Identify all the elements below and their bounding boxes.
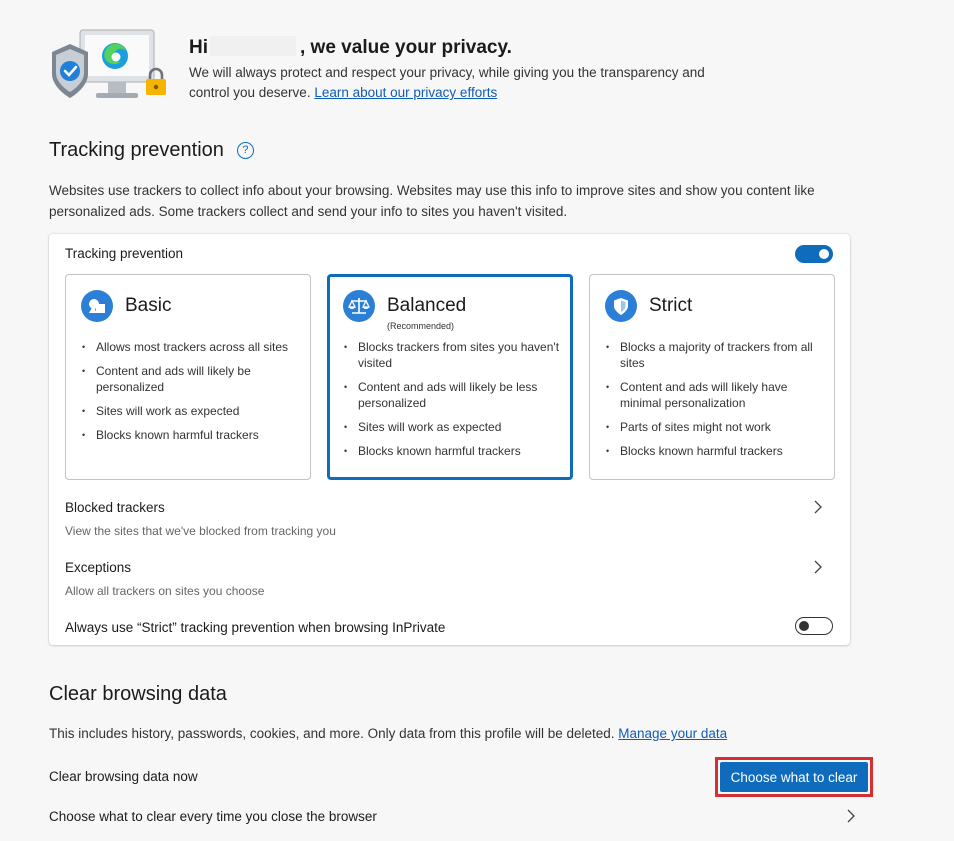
- inprivate-strict-toggle[interactable]: [795, 617, 833, 635]
- option-balanced[interactable]: Balanced (Recommended) Blocks trackers f…: [327, 274, 573, 480]
- option-strict[interactable]: Strict Blocks a majority of trackers fro…: [589, 274, 835, 480]
- blocked-trackers-row[interactable]: Blocked trackers View the sites that we'…: [49, 492, 850, 544]
- clear-on-close-row[interactable]: Choose what to clear every time you clos…: [0, 800, 870, 834]
- greeting-heading: Hi , we value your privacy.: [189, 36, 512, 59]
- blocked-trackers-title: Blocked trackers: [65, 500, 165, 515]
- manage-your-data-link[interactable]: Manage your data: [618, 726, 727, 741]
- greeting-prefix: Hi: [189, 37, 208, 58]
- bullet-item: Content and ads will likely be personali…: [80, 363, 300, 395]
- tracking-prevention-heading: Tracking prevention?: [49, 139, 254, 162]
- option-basic-name: Basic: [125, 295, 172, 316]
- tracking-prevention-toggle-label: Tracking prevention: [65, 246, 184, 261]
- scale-icon: [343, 290, 375, 322]
- chevron-right-icon: [847, 809, 855, 823]
- choose-what-to-clear-button[interactable]: Choose what to clear: [720, 762, 868, 792]
- bullet-item: Content and ads will likely be less pers…: [342, 379, 560, 411]
- bullet-item: Blocks known harmful trackers: [342, 443, 560, 459]
- redacted-username: [210, 36, 296, 56]
- clear-on-close-label: Choose what to clear every time you clos…: [49, 809, 377, 824]
- bullet-item: Blocks a majority of trackers from all s…: [604, 339, 824, 371]
- option-balanced-recommended: (Recommended): [387, 321, 455, 331]
- tracking-prevention-toggle[interactable]: [795, 245, 833, 263]
- bullet-item: Sites will work as expected: [342, 419, 560, 435]
- greeting-suffix: , we value your privacy.: [300, 37, 512, 58]
- exceptions-subtitle: Allow all trackers on sites you choose: [65, 584, 265, 598]
- privacy-efforts-link[interactable]: Learn about our privacy efforts: [314, 85, 497, 100]
- help-icon[interactable]: ?: [236, 141, 254, 159]
- option-basic-bullets: Allows most trackers across all sites Co…: [80, 339, 300, 451]
- option-strict-bullets: Blocks a majority of trackers from all s…: [604, 339, 824, 467]
- tracking-prevention-title: Tracking prevention: [49, 139, 224, 161]
- blocked-trackers-subtitle: View the sites that we've blocked from t…: [65, 524, 336, 538]
- bullet-item: Content and ads will likely have minimal…: [604, 379, 824, 411]
- bullet-item: Parts of sites might not work: [604, 419, 824, 435]
- tracking-prevention-description: Websites use trackers to collect info ab…: [49, 183, 815, 219]
- option-basic[interactable]: Basic Allows most trackers across all si…: [65, 274, 311, 480]
- bullet-item: Sites will work as expected: [80, 403, 300, 419]
- exceptions-title: Exceptions: [65, 560, 132, 575]
- chevron-right-icon: [814, 500, 822, 514]
- clear-browsing-data-heading: Clear browsing data: [49, 683, 227, 705]
- chevron-right-icon: [814, 560, 822, 574]
- option-balanced-bullets: Blocks trackers from sites you haven't v…: [342, 339, 560, 467]
- option-strict-name: Strict: [649, 295, 693, 316]
- inprivate-strict-label: Always use “Strict” tracking prevention …: [65, 620, 446, 635]
- choose-what-to-clear-highlight: Choose what to clear: [715, 757, 873, 797]
- clear-browsing-data-description: This includes history, passwords, cookie…: [49, 723, 889, 744]
- toggle-knob: [799, 621, 809, 631]
- greeting-description: We will always protect and respect your …: [189, 63, 729, 103]
- exceptions-row[interactable]: Exceptions Allow all trackers on sites y…: [49, 552, 850, 604]
- toggle-knob: [819, 249, 829, 259]
- bullet-item: Blocks trackers from sites you haven't v…: [342, 339, 560, 371]
- shield-icon: [605, 290, 637, 322]
- basic-shapes-icon: [81, 290, 113, 322]
- clear-description-text: This includes history, passwords, cookie…: [49, 726, 615, 741]
- privacy-illustration: [52, 29, 166, 98]
- clear-browsing-data-now-label: Clear browsing data now: [49, 769, 198, 784]
- bullet-item: Allows most trackers across all sites: [80, 339, 300, 355]
- tracking-prevention-card: Tracking prevention Basic Allows most tr…: [49, 234, 850, 645]
- bullet-item: Blocks known harmful trackers: [80, 427, 300, 443]
- bullet-item: Blocks known harmful trackers: [604, 443, 824, 459]
- option-balanced-name: Balanced: [387, 295, 467, 316]
